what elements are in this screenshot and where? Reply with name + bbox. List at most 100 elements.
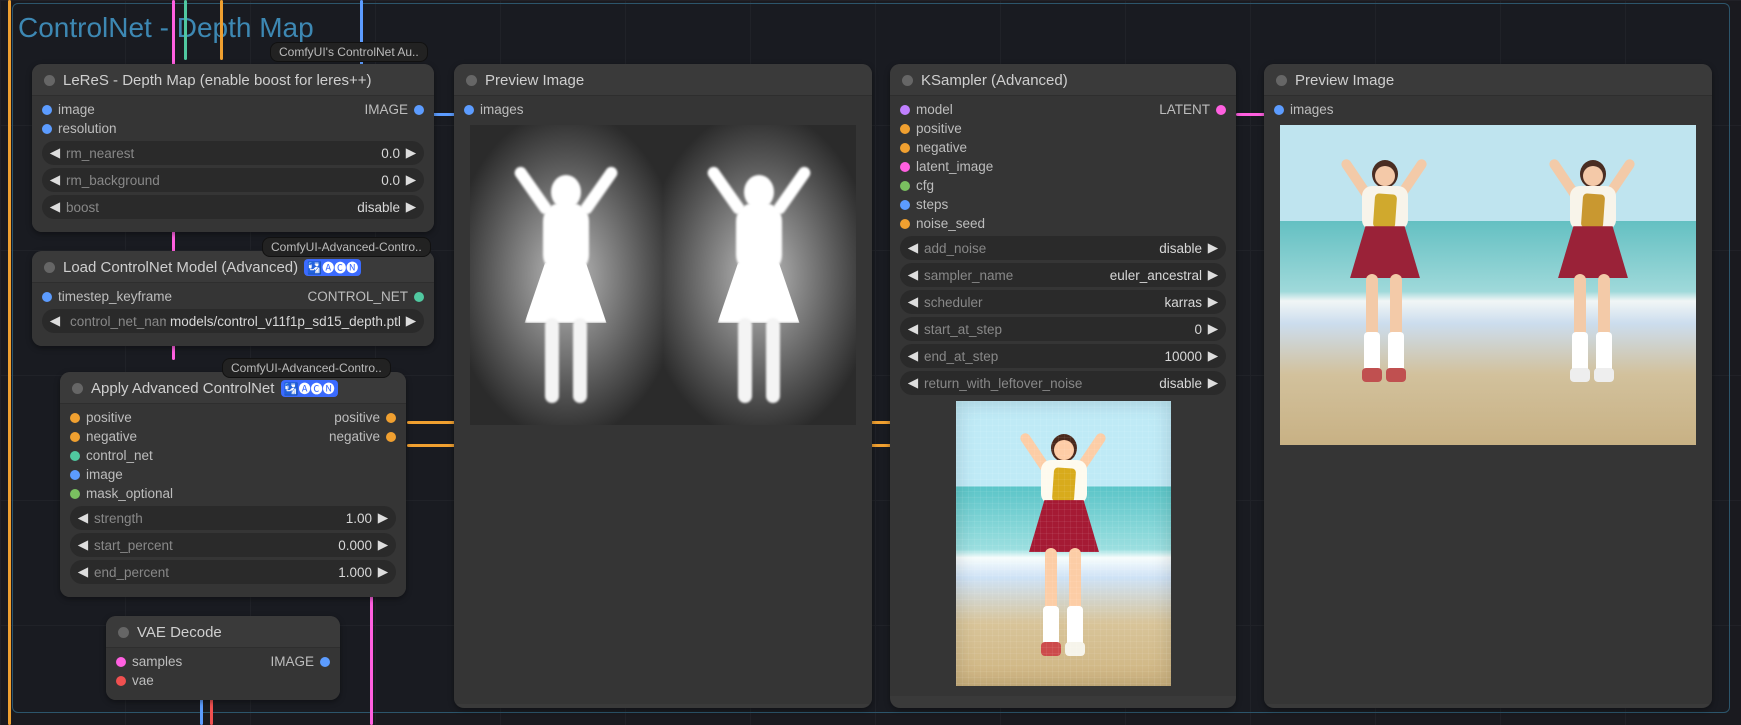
port-steps-in[interactable] [900,200,910,210]
node-title: KSampler (Advanced) [921,72,1068,89]
node-header[interactable]: VAE Decode [106,616,340,648]
arrow-right-icon[interactable]: ▶ [376,537,390,553]
node-header[interactable]: Preview Image [454,64,872,96]
arrow-left-icon[interactable]: ◀ [48,172,62,188]
arrow-right-icon[interactable]: ▶ [1206,267,1220,283]
pack-badge-icon: 🛂🅐🅒🅝 [281,380,338,397]
port-controlnet-out[interactable] [414,292,424,302]
widget-boost[interactable]: ◀boostdisable▶ [42,195,424,219]
arrow-left-icon[interactable]: ◀ [48,199,62,215]
arrow-left-icon[interactable]: ◀ [76,564,90,580]
widget-rm-nearest[interactable]: ◀rm_nearest0.0▶ [42,141,424,165]
widget-start-percent[interactable]: ◀start_percent0.000▶ [70,533,396,557]
arrow-right-icon[interactable]: ▶ [404,313,418,329]
port-mask-optional-in[interactable] [70,489,80,499]
collapse-toggle[interactable] [72,383,83,394]
node-header[interactable]: Preview Image [1264,64,1712,96]
arrow-right-icon[interactable]: ▶ [1206,375,1220,391]
port-negative-out[interactable] [386,432,396,442]
output-image[interactable] [1280,125,1488,445]
arrow-right-icon[interactable]: ▶ [1206,348,1220,364]
port-images-in[interactable] [1274,105,1284,115]
widget-return-leftover-noise[interactable]: ◀return_with_leftover_noisedisable▶ [900,371,1226,395]
arrow-left-icon[interactable]: ◀ [76,537,90,553]
widget-sampler-name[interactable]: ◀sampler_nameeuler_ancestral▶ [900,263,1226,287]
port-vae-in[interactable] [116,676,126,686]
widget-add-noise[interactable]: ◀add_noisedisable▶ [900,236,1226,260]
arrow-left-icon[interactable]: ◀ [76,510,90,526]
node-preview-image-depth[interactable]: Preview Image images [454,64,872,708]
collapse-toggle[interactable] [902,75,913,86]
port-controlnet-in[interactable] [70,451,80,461]
port-samples-in[interactable] [116,657,126,667]
node-leres-depthmap[interactable]: LeReS - Depth Map (enable boost for lere… [32,64,434,232]
collapse-toggle[interactable] [466,75,477,86]
collapse-toggle[interactable] [1276,75,1287,86]
arrow-right-icon[interactable]: ▶ [404,172,418,188]
node-badge-mid2: ComfyUI-Advanced-Contro.. [222,358,391,378]
node-apply-advanced-controlnet[interactable]: Apply Advanced ControlNet 🛂🅐🅒🅝 positive … [60,372,406,597]
widget-start-at-step[interactable]: ◀start_at_step0▶ [900,317,1226,341]
arrow-right-icon[interactable]: ▶ [404,199,418,215]
arrow-left-icon[interactable]: ◀ [906,348,920,364]
ksampler-progress-image[interactable] [956,401,1171,686]
group-title[interactable]: ControlNet - Depth Map [18,12,314,44]
node-preview-image-final[interactable]: Preview Image images [1264,64,1712,708]
widget-end-at-step[interactable]: ◀end_at_step10000▶ [900,344,1226,368]
node-title: VAE Decode [137,624,222,641]
arrow-right-icon[interactable]: ▶ [1206,321,1220,337]
node-header[interactable]: KSampler (Advanced) [890,64,1236,96]
port-images-in[interactable] [464,105,474,115]
arrow-right-icon[interactable]: ▶ [1206,240,1220,256]
arrow-left-icon[interactable]: ◀ [906,267,920,283]
node-ksampler-advanced[interactable]: KSampler (Advanced) model LATENT positiv… [890,64,1236,708]
node-title: Load ControlNet Model (Advanced) 🛂🅐🅒🅝 [63,259,363,276]
widget-strength[interactable]: ◀strength1.00▶ [70,506,396,530]
output-image[interactable] [1488,125,1696,445]
port-noise-seed-in[interactable] [900,219,910,229]
widget-control-net-name[interactable]: ◀control_net_namemodels/control_v11f1p_s… [42,309,424,333]
wire-edge-orange-left [8,0,11,725]
preview-gallery[interactable] [464,119,862,431]
collapse-toggle[interactable] [44,262,55,273]
collapse-toggle[interactable] [118,627,129,638]
widget-scheduler[interactable]: ◀schedulerkarras▶ [900,290,1226,314]
wire-cyan-short [184,0,187,60]
preview-gallery[interactable] [1274,119,1702,451]
port-image-out[interactable] [414,105,424,115]
depth-map-image[interactable] [663,125,856,425]
port-latent-out[interactable] [1216,105,1226,115]
arrow-right-icon[interactable]: ▶ [376,564,390,580]
widget-end-percent[interactable]: ◀end_percent1.000▶ [70,560,396,584]
arrow-right-icon[interactable]: ▶ [404,145,418,161]
arrow-right-icon[interactable]: ▶ [1206,294,1220,310]
arrow-left-icon[interactable]: ◀ [906,321,920,337]
node-title: LeReS - Depth Map (enable boost for lere… [63,72,372,89]
node-header[interactable]: LeReS - Depth Map (enable boost for lere… [32,64,434,96]
arrow-left-icon[interactable]: ◀ [48,313,62,329]
widget-rm-background[interactable]: ◀rm_background0.0▶ [42,168,424,192]
port-negative-in[interactable] [70,432,80,442]
node-load-controlnet[interactable]: Load ControlNet Model (Advanced) 🛂🅐🅒🅝 ti… [32,251,434,346]
port-negative-in[interactable] [900,143,910,153]
port-positive-out[interactable] [386,413,396,423]
port-timestep-keyframe-in[interactable] [42,292,52,302]
node-title: Apply Advanced ControlNet 🛂🅐🅒🅝 [91,380,340,397]
arrow-left-icon[interactable]: ◀ [906,240,920,256]
node-vae-decode[interactable]: VAE Decode samples IMAGE vae [106,616,340,700]
depth-map-image[interactable] [470,125,663,425]
port-positive-in[interactable] [900,124,910,134]
arrow-left-icon[interactable]: ◀ [48,145,62,161]
arrow-left-icon[interactable]: ◀ [906,294,920,310]
port-image-in[interactable] [70,470,80,480]
port-image-out[interactable] [320,657,330,667]
port-resolution-in[interactable] [42,124,52,134]
port-image-in[interactable] [42,105,52,115]
arrow-left-icon[interactable]: ◀ [906,375,920,391]
port-positive-in[interactable] [70,413,80,423]
port-cfg-in[interactable] [900,181,910,191]
arrow-right-icon[interactable]: ▶ [376,510,390,526]
collapse-toggle[interactable] [44,75,55,86]
port-model-in[interactable] [900,105,910,115]
port-latent-image-in[interactable] [900,162,910,172]
